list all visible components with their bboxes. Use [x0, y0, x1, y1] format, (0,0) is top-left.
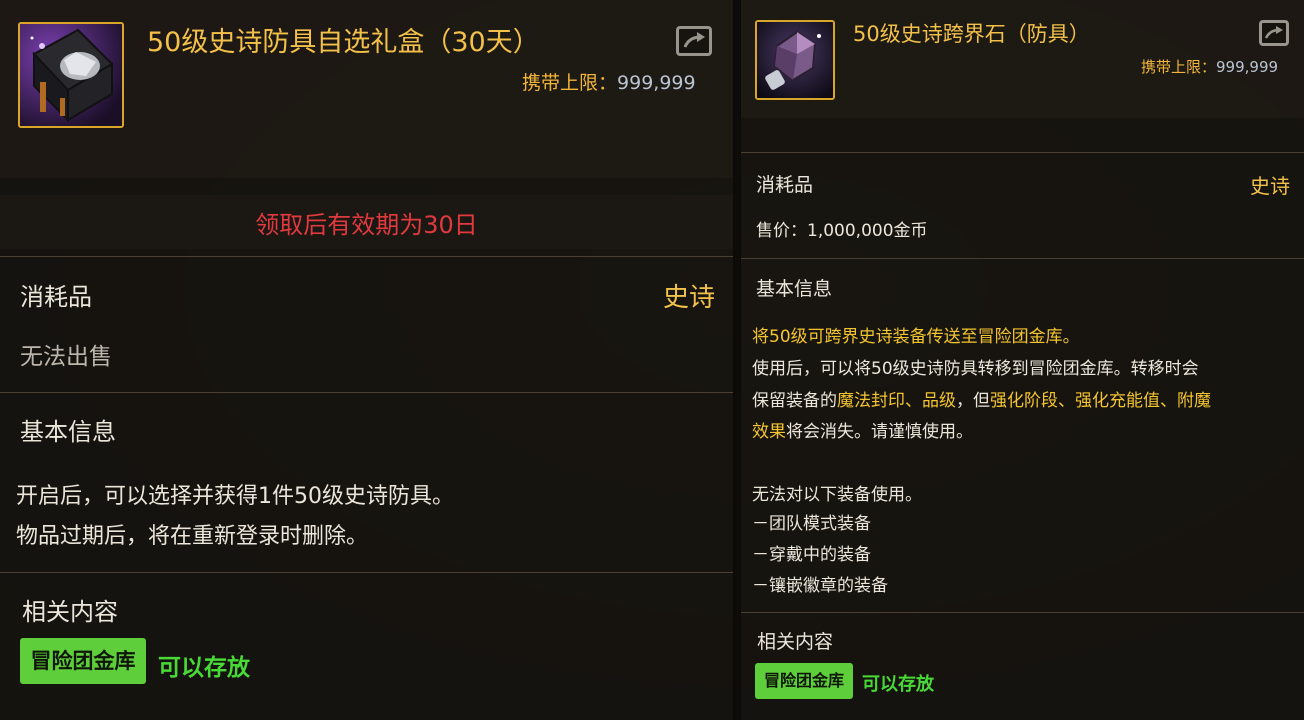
- description-text: ，但: [956, 391, 990, 411]
- restriction-heading: 无法对以下装备使用。: [752, 485, 922, 505]
- storable-status: 可以存放: [862, 674, 934, 695]
- description-line: 物品过期后，将在重新登录时删除。: [16, 524, 369, 549]
- carry-limit: 携带上限：999,999: [522, 68, 696, 95]
- right-item-tooltip: 50级史诗跨界石（防具） 携带上限：999,999 消耗品 史诗 售价：1,00…: [740, 0, 1304, 720]
- epic-armor-box-icon[interactable]: [18, 22, 124, 128]
- storable-status: 可以存放: [158, 655, 250, 681]
- category-label: 消耗品: [756, 174, 814, 196]
- share-icon[interactable]: [676, 26, 712, 56]
- share-icon[interactable]: [1259, 20, 1289, 46]
- carry-limit-label: 携带上限：: [522, 72, 618, 94]
- description-line: 开启后，可以选择并获得1件50级史诗防具。: [16, 484, 454, 509]
- validity-notice: 领取后有效期为30日: [255, 211, 478, 239]
- related-heading: 相关内容: [22, 598, 118, 626]
- rarity-label: 史诗: [662, 283, 715, 313]
- basic-info-heading: 基本信息: [20, 418, 116, 446]
- description-line: 效果将会消失。请谨慎使用。: [752, 417, 973, 442]
- related-heading: 相关内容: [757, 631, 834, 653]
- sale-status: 无法出售: [20, 344, 112, 370]
- description-highlight: 效果: [752, 422, 786, 442]
- basic-info-heading: 基本信息: [756, 278, 833, 300]
- carry-limit-value: 999,999: [617, 72, 696, 94]
- game-screen: 50级史诗防具自选礼盒（30天） 携带上限：999,999 领取后有效期为30日…: [0, 0, 1304, 720]
- description-highlight: 强化阶段、强化充能值、附魔: [990, 391, 1211, 411]
- divider: [0, 256, 733, 257]
- description-line: 保留装备的魔法封印、品级，但强化阶段、强化充能值、附魔: [752, 386, 1211, 411]
- account-vault-badge: 冒险团金库: [20, 638, 146, 684]
- carry-limit-value: 999,999: [1216, 58, 1279, 76]
- sell-price: 售价：1,000,000金币: [756, 221, 928, 241]
- divider: [741, 258, 1304, 259]
- description-line: 将50级可跨界史诗装备传送至冒险团金库。: [752, 327, 1080, 347]
- item-title: 50级史诗跨界石（防具）: [853, 22, 1090, 46]
- left-item-tooltip: 50级史诗防具自选礼盒（30天） 携带上限：999,999 领取后有效期为30日…: [0, 0, 735, 720]
- divider: [741, 152, 1304, 153]
- item-title: 50级史诗防具自选礼盒（30天）: [147, 27, 540, 58]
- category-label: 消耗品: [20, 283, 92, 311]
- description-text: 将会消失。请谨慎使用。: [786, 422, 973, 442]
- carry-limit: 携带上限：999,999: [1141, 56, 1278, 77]
- divider: [0, 572, 733, 573]
- restriction-item: －镶嵌徽章的装备: [752, 576, 888, 596]
- divider: [0, 392, 733, 393]
- restriction-item: －团队模式装备: [752, 514, 871, 534]
- description-line: 使用后，可以将50级史诗防具转移到冒险团金库。转移时会: [752, 359, 1199, 379]
- epic-crossover-stone-icon[interactable]: [755, 20, 835, 100]
- description-text: 保留装备的: [752, 391, 837, 411]
- description-highlight: 魔法封印、品级: [837, 391, 956, 411]
- restriction-item: －穿戴中的装备: [752, 545, 871, 565]
- carry-limit-label: 携带上限：: [1141, 58, 1217, 76]
- divider: [741, 612, 1304, 613]
- rarity-label: 史诗: [1250, 174, 1290, 198]
- account-vault-badge: 冒险团金库: [755, 663, 853, 699]
